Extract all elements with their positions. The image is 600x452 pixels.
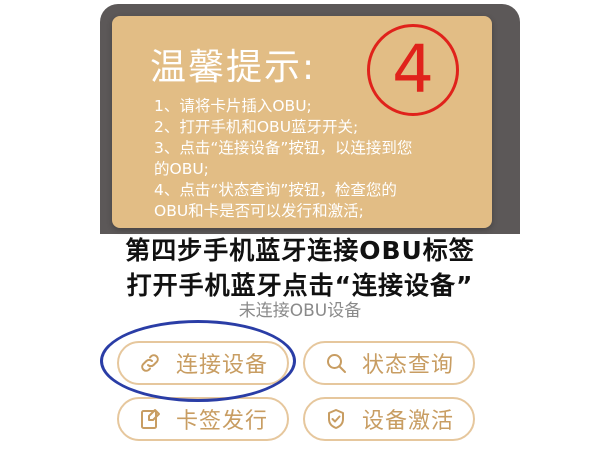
search-icon: [324, 351, 348, 375]
check-shield-icon: [324, 407, 348, 431]
tip-item: OBU和卡是否可以发行和激活;: [154, 202, 364, 220]
caption-line-1: 第四步手机蓝牙连接OBU标签: [125, 236, 475, 265]
tip-item: 3、点击“连接设备”按钮，以连接到您: [154, 139, 413, 157]
tip-item: 2、打开手机和OBU蓝牙开关;: [154, 118, 359, 136]
card-issue-label: 卡签发行: [175, 409, 268, 434]
step-number-badge: 4: [367, 24, 459, 116]
card-issue-button[interactable]: 卡签发行: [117, 397, 289, 441]
tip-item: 4、点击“状态查询”按钮，检查您的: [154, 181, 397, 199]
device-activate-label: 设备激活: [361, 409, 454, 434]
tip-item: 的OBU;: [154, 160, 209, 178]
tip-list: 1、请将卡片插入OBU; 2、打开手机和OBU蓝牙开关; 3、点击“连接设备”按…: [154, 96, 412, 222]
card-edit-icon: [138, 407, 162, 431]
tip-title: 温馨提示:: [150, 47, 317, 88]
status-query-button[interactable]: 状态查询: [303, 341, 475, 385]
device-activate-button[interactable]: 设备激活: [303, 397, 475, 441]
highlight-circle: [100, 320, 296, 402]
tip-item: 1、请将卡片插入OBU;: [154, 97, 312, 115]
tip-card: 温馨提示: 1、请将卡片插入OBU; 2、打开手机和OBU蓝牙开关; 3、点击“…: [112, 16, 492, 228]
connection-status: 未连接OBU设备: [238, 301, 362, 321]
status-query-label: 状态查询: [361, 353, 454, 378]
